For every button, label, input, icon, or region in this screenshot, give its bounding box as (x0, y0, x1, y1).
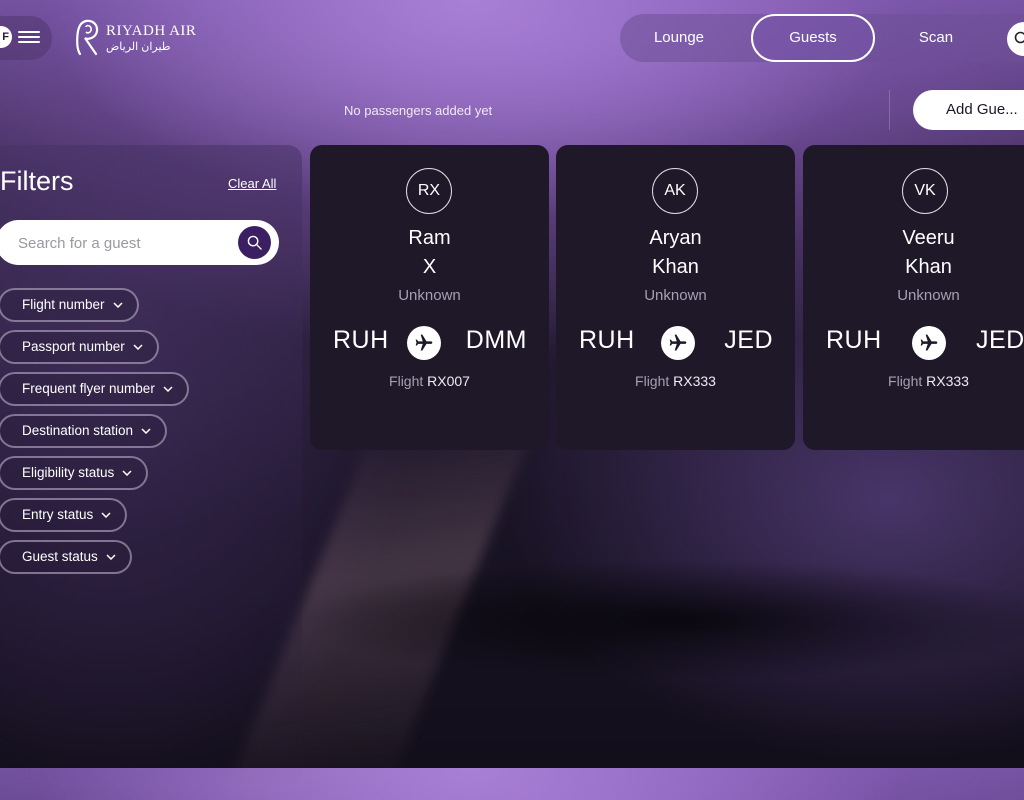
airplane-icon (407, 326, 441, 360)
guest-last-name: X (310, 256, 549, 279)
add-guest-button[interactable]: Add Gue... (913, 90, 1024, 130)
filter-flight-number[interactable]: Flight number (0, 288, 139, 322)
airplane-icon (912, 326, 946, 360)
origin-code: RUH (579, 326, 635, 355)
filter-chip-label: Entry status (22, 507, 93, 522)
guest-status: Unknown (310, 287, 549, 304)
filter-chip-label: Frequent flyer number (22, 381, 155, 396)
filter-frequent-flyer-number[interactable]: Frequent flyer number (0, 372, 189, 406)
guest-status: Unknown (809, 287, 1024, 304)
menu-icon[interactable] (18, 28, 40, 46)
filter-chip-label: Destination station (22, 423, 133, 438)
guest-route: RUH JED (803, 326, 1024, 362)
flight-info: Flight RX333 (809, 373, 1024, 389)
guest-card[interactable]: VK Veeru Khan Unknown RUH JED Flight RX3… (803, 145, 1024, 450)
airplane-icon (661, 326, 695, 360)
tab-lounge[interactable]: Lounge (646, 14, 712, 62)
search-icon (247, 235, 262, 250)
chevron-down-icon (133, 344, 143, 350)
guest-card[interactable]: AK Aryan Khan Unknown RUH JED Flight RX3… (556, 145, 795, 450)
filter-chip-label: Flight number (22, 297, 105, 312)
chevron-down-icon (113, 302, 123, 308)
guest-last-name: Khan (809, 256, 1024, 279)
guest-initials-avatar: VK (902, 168, 948, 214)
divider (889, 90, 890, 130)
flight-info: Flight RX333 (556, 373, 795, 389)
search-icon (1014, 31, 1024, 47)
no-passengers-text: No passengers added yet (344, 103, 492, 118)
guest-first-name: Veeru (809, 227, 1024, 250)
flight-number: RX007 (427, 373, 470, 389)
flight-prefix: Flight (888, 373, 922, 389)
flight-number: RX333 (673, 373, 716, 389)
flight-prefix: Flight (389, 373, 423, 389)
destination-code: JED (724, 326, 773, 355)
background-horizon (300, 560, 1024, 680)
guest-search-input[interactable] (16, 220, 230, 267)
guest-search-button[interactable] (238, 226, 271, 259)
guest-last-name: Khan (556, 256, 795, 279)
riyadh-air-logo: RIYADH AIR طيران الرياض (74, 18, 196, 58)
flight-number: RX333 (926, 373, 969, 389)
guest-route: RUH DMM (310, 326, 549, 362)
filter-chip-label: Guest status (22, 549, 98, 564)
chevron-down-icon (141, 428, 151, 434)
logo-text-ar: طيران الرياض (106, 42, 196, 53)
guest-search-box (0, 220, 279, 265)
tab-scan[interactable]: Scan (905, 14, 967, 62)
origin-code: RUH (333, 326, 389, 355)
flight-prefix: Flight (635, 373, 669, 389)
destination-code: JED (976, 326, 1024, 355)
guest-first-name: Aryan (556, 227, 795, 250)
chevron-down-icon (122, 470, 132, 476)
chevron-down-icon (106, 554, 116, 560)
chevron-down-icon (101, 512, 111, 518)
riyadh-air-mark-icon (74, 18, 100, 58)
filter-chip-label: Eligibility status (22, 465, 114, 480)
guest-status: Unknown (556, 287, 795, 304)
clear-all-link[interactable]: Clear All (228, 176, 276, 191)
guest-first-name: Ram (310, 227, 549, 250)
filter-passport-number[interactable]: Passport number (0, 330, 159, 364)
origin-code: RUH (826, 326, 882, 355)
destination-code: DMM (466, 326, 527, 355)
tab-guests[interactable]: Guests (751, 14, 875, 62)
guest-route: RUH JED (556, 326, 795, 362)
filter-eligibility-status[interactable]: Eligibility status (0, 456, 148, 490)
guest-initials-avatar: AK (652, 168, 698, 214)
filter-destination-station[interactable]: Destination station (0, 414, 167, 448)
filters-title: Filters (0, 166, 74, 197)
flight-info: Flight RX007 (310, 373, 549, 389)
filter-guest-status[interactable]: Guest status (0, 540, 132, 574)
logo-text-en: RIYADH AIR (106, 24, 196, 39)
guest-initials-avatar: RX (406, 168, 452, 214)
filter-chip-label: Passport number (22, 339, 125, 354)
filter-entry-status[interactable]: Entry status (0, 498, 127, 532)
guest-card[interactable]: RX Ram X Unknown RUH DMM Flight RX007 (310, 145, 549, 450)
chevron-down-icon (163, 386, 173, 392)
